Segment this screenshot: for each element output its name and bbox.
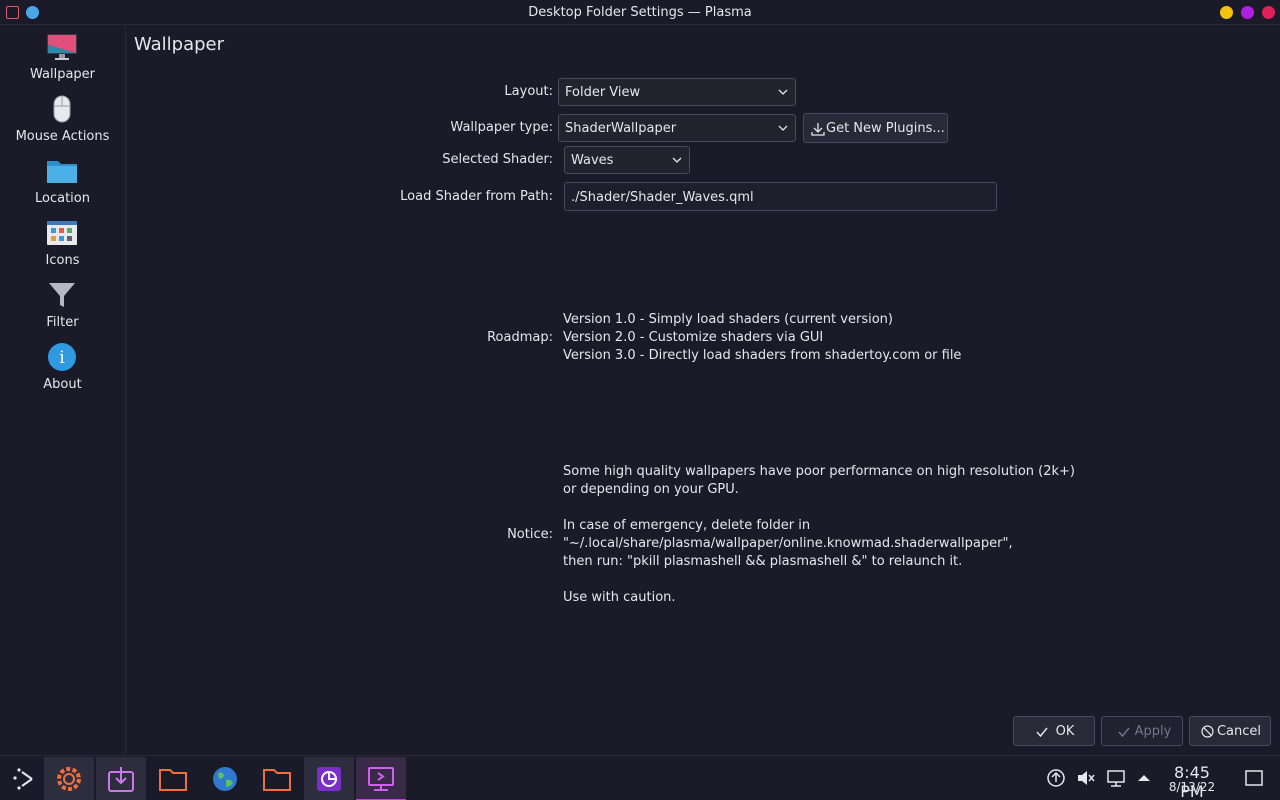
roadmap-text: Version 1.0 - Simply load shaders (curre… (563, 311, 961, 365)
sidebar-item-label: Icons (45, 253, 80, 268)
icons-icon (47, 221, 77, 245)
sidebar-item-label: Wallpaper (29, 67, 96, 82)
software-center-icon (108, 767, 134, 792)
roadmap-line: Version 3.0 - Directly load shaders from… (563, 348, 962, 363)
layout-combobox[interactable]: Folder View (558, 78, 796, 106)
sidebar-item-mouse-actions[interactable]: Mouse Actions (0, 89, 125, 151)
info-icon: i (48, 343, 76, 371)
sidebar-item-about[interactable]: i About (0, 337, 125, 399)
checkmark-icon (1118, 727, 1130, 738)
download-icon (811, 123, 825, 136)
notice-label: Notice: (507, 527, 553, 542)
gear-icon (57, 767, 81, 791)
wallpaper-type-combobox[interactable]: ShaderWallpaper (558, 114, 796, 142)
task-file-manager-2[interactable] (252, 757, 302, 800)
window-title: Desktop Folder Settings — Plasma (528, 5, 752, 20)
roadmap-line: Version 2.0 - Customize shaders via GUI (563, 330, 824, 345)
apply-button[interactable]: Apply (1101, 716, 1183, 746)
selected-shader-value: Waves (571, 153, 614, 168)
network-icon[interactable] (1106, 768, 1126, 788)
notice-line: In case of emergency, delete folder in (563, 518, 811, 533)
chevron-up-icon[interactable] (1134, 768, 1154, 788)
sidebar-item-filter[interactable]: Filter (0, 275, 125, 337)
layout-label: Layout: (504, 84, 553, 99)
task-discover[interactable] (96, 757, 146, 800)
task-file-manager[interactable] (148, 757, 198, 800)
notice-text: Some high quality wallpapers have poor p… (563, 463, 1075, 607)
notice-line: then run: "pkill plasmashell && plasmash… (563, 554, 963, 569)
page-title: Wallpaper (134, 34, 225, 55)
remote-desktop-icon (368, 767, 394, 791)
show-desktop-icon[interactable] (1244, 768, 1264, 788)
get-new-plugins-label: Get New Plugins... (826, 121, 945, 136)
filter-icon (49, 283, 75, 307)
chevron-down-icon (778, 125, 788, 131)
load-path-label: Load Shader from Path: (400, 189, 553, 204)
notice-line: or depending on your GPU. (563, 482, 739, 497)
layout-value: Folder View (565, 85, 641, 100)
mouse-icon (53, 95, 71, 123)
selected-shader-label: Selected Shader: (442, 152, 553, 167)
taskbar (0, 755, 1280, 800)
monitor-icon (47, 34, 77, 60)
cancel-icon (1201, 725, 1214, 738)
notice-line: "~/.local/share/plasma/wallpaper/online.… (563, 536, 1013, 551)
sidebar-item-label: Filter (46, 315, 79, 330)
sidebar-item-label: Location (35, 191, 90, 206)
selected-shader-combobox[interactable]: Waves (564, 146, 690, 174)
chevron-down-icon (672, 157, 682, 163)
minimize-button[interactable] (1220, 6, 1233, 19)
roadmap-label: Roadmap: (487, 330, 553, 345)
notice-spacer (563, 571, 1075, 589)
launcher-icon (13, 768, 33, 790)
sidebar-item-location[interactable]: Location (0, 151, 125, 213)
clock-date[interactable]: 8/13/22 (1160, 780, 1224, 794)
task-system-monitor[interactable] (304, 757, 354, 800)
wallpaper-type-label: Wallpaper type: (450, 120, 553, 135)
monitor-app-icon (317, 767, 341, 791)
wallpaper-type-value: ShaderWallpaper (565, 121, 677, 136)
folder-icon (47, 161, 77, 183)
sidebar: Wallpaper Mouse Actions Location Icons F… (0, 25, 126, 755)
task-desktop-settings[interactable] (356, 757, 406, 800)
window-titlebar: Desktop Folder Settings — Plasma (0, 0, 1280, 25)
task-settings[interactable] (44, 757, 94, 800)
globe-icon (213, 767, 237, 791)
volume-muted-icon[interactable] (1076, 768, 1096, 788)
maximize-button[interactable] (1241, 6, 1254, 19)
shader-path-input[interactable]: ./Shader/Shader_Waves.qml (564, 182, 997, 211)
notice-spacer (563, 499, 1075, 517)
ok-button[interactable]: OK (1013, 716, 1095, 746)
cancel-button[interactable]: Cancel (1189, 716, 1271, 746)
app-launcher-button[interactable] (0, 757, 50, 800)
task-browser[interactable] (200, 757, 250, 800)
notice-line: Use with caution. (563, 590, 676, 605)
sidebar-item-label: About (43, 377, 82, 392)
sidebar-item-label: Mouse Actions (15, 129, 110, 144)
get-new-plugins-button[interactable]: Get New Plugins... (803, 113, 948, 143)
folder-icon (159, 769, 187, 791)
close-button[interactable] (1262, 6, 1275, 19)
folder-icon (263, 769, 291, 791)
chevron-down-icon (778, 89, 788, 95)
notice-line: Some high quality wallpapers have poor p… (563, 464, 1075, 479)
roadmap-line: Version 1.0 - Simply load shaders (curre… (563, 312, 893, 327)
sidebar-item-wallpaper[interactable]: Wallpaper (0, 27, 125, 89)
update-icon[interactable] (1046, 768, 1066, 788)
checkmark-icon (1036, 727, 1048, 738)
svg-text:i: i (59, 348, 65, 368)
sidebar-item-icons[interactable]: Icons (0, 213, 125, 275)
